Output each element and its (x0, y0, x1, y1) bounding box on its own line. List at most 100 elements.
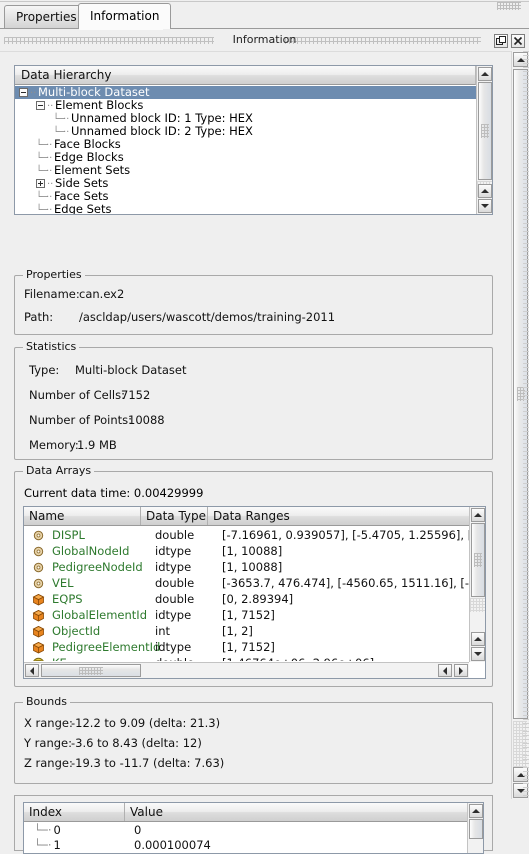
data-hierarchy-nodes[interactable]: ··Multi-block Dataset··Element Blocks└─·… (15, 86, 476, 214)
x-range-label: X range: (24, 716, 73, 730)
data-array-row[interactable]: PedigreeNodeIdidtype[1, 10088] (24, 559, 469, 575)
tree-branch-icon: └─· (34, 838, 52, 852)
tabbar-active-joint (79, 28, 163, 30)
tab-properties[interactable]: Properties (4, 5, 89, 29)
scroll-up-icon[interactable] (478, 67, 492, 81)
data-hierarchy-header: Data Hierarchy (15, 66, 476, 85)
array-name: GlobalNodeId (52, 543, 129, 559)
array-data-ranges: [0, 2.89394] (222, 591, 293, 607)
cell-data-icon (32, 593, 45, 606)
data-array-row[interactable]: EQPS double [0, 2.89394] (24, 591, 469, 607)
tree-node-label: Edge Blocks (54, 150, 124, 164)
cell-data-icon (32, 625, 45, 638)
points-value: 10088 (128, 413, 165, 427)
column-header-data-ranges[interactable]: Data Ranges (208, 507, 469, 525)
time-index-cell: └─·0 (34, 823, 61, 838)
scrollbar-thumb[interactable] (478, 82, 492, 180)
data-array-row[interactable]: VELdouble[-3653.7, 476.474], [-4560.65, … (24, 575, 469, 591)
column-header-index[interactable]: Index (24, 803, 125, 821)
filename-value: can.ex2 (79, 287, 124, 301)
scroll-page-up-icon[interactable] (478, 184, 492, 198)
tabbar-grip (497, 2, 521, 10)
point-data-icon (32, 561, 45, 574)
array-data-type: idtype (155, 543, 191, 559)
dock-titlebar: Information (0, 30, 529, 51)
column-header-name[interactable]: Name (24, 507, 141, 525)
array-name: KE (52, 655, 67, 661)
tree-node-label: Unnamed block ID: 1 Type: HEX (71, 111, 253, 125)
collapse-icon[interactable] (19, 88, 28, 97)
hscrollbar-thumb[interactable] (41, 664, 141, 677)
filename-label: Filename: (24, 287, 80, 301)
array-data-type: double (155, 591, 194, 607)
time-value-row[interactable]: └─·1 0.000100074 (24, 838, 467, 853)
data-arrays-vertical-scrollbar[interactable] (469, 507, 485, 662)
time-values-table[interactable]: Index Value └─·00└─·10.000100074└─·20.00… (23, 802, 484, 854)
data-array-row[interactable]: PedigreeElementIdidtype[1, 7152] (24, 639, 469, 655)
data-hierarchy-tree[interactable]: Data Hierarchy ··Multi-block Dataset··El… (14, 65, 493, 215)
tab-information[interactable]: Information (78, 3, 171, 29)
tree-node-label: Unnamed block ID: 2 Type: HEX (71, 124, 253, 138)
array-data-type: idtype (155, 559, 191, 575)
array-data-ranges: [-7.16961, 0.939057], [-5.4705, 1.25596]… (222, 527, 469, 543)
array-data-ranges: [1, 7152] (222, 607, 275, 623)
array-name: EQPS (52, 591, 83, 607)
array-name: VEL (52, 575, 74, 591)
tree-branch-icon: └─ (36, 204, 46, 214)
scroll-up-icon[interactable] (471, 508, 485, 522)
array-data-ranges: [-3653.7, 476.474], [-4560.65, 1511.16],… (222, 575, 469, 591)
array-name: PedigreeNodeId (52, 559, 143, 575)
data-array-row[interactable]: KEdouble[1.46764e+06, 2.96e+06] (24, 655, 469, 661)
memory-value: 1.9 MB (77, 438, 117, 452)
time-values-vertical-scrollbar[interactable] (467, 803, 483, 853)
cells-value: 7152 (121, 388, 150, 402)
time-value-cell: 0.000100074 (134, 838, 211, 853)
scrollbar-thumb[interactable] (469, 819, 483, 839)
x-range-value: -12.2 to 9.09 (delta: 21.3) (71, 716, 220, 730)
tree-node-label: Face Blocks (54, 137, 121, 151)
point-data-icon (32, 545, 45, 558)
close-icon[interactable] (511, 34, 525, 48)
properties-group: Properties Filename: can.ex2 Path: /ascl… (14, 275, 493, 335)
tree-node-label: Element Blocks (55, 98, 143, 112)
data-array-row[interactable]: GlobalNodeIdidtype[1, 10088] (24, 543, 469, 559)
undock-icon[interactable] (494, 34, 508, 48)
scroll-left-icon[interactable] (25, 664, 39, 677)
scroll-down-icon[interactable] (471, 647, 485, 661)
field-data-icon (32, 657, 45, 661)
time-index-value: 1 (54, 838, 61, 852)
scroll-down-icon[interactable] (478, 199, 492, 213)
scroll-page-left-icon[interactable] (438, 664, 452, 677)
data-array-row[interactable]: ObjectIdint[1, 2] (24, 623, 469, 639)
tree-node[interactable]: └─··Edge Sets (15, 203, 476, 214)
array-data-type: double (155, 527, 194, 543)
array-data-type: idtype (155, 639, 191, 655)
scrollbar-thumb[interactable] (471, 523, 485, 597)
scroll-right-icon[interactable] (454, 664, 468, 677)
hierarchy-vertical-scrollbar[interactable] (476, 66, 492, 214)
data-array-row[interactable]: GlobalElementIdidtype[1, 7152] (24, 607, 469, 623)
expand-icon[interactable] (36, 179, 45, 188)
time-index-cell: └─·1 (34, 838, 61, 853)
time-value-cell: 0 (134, 823, 141, 838)
scrollbar-track-hatch (470, 598, 485, 612)
array-name: ObjectId (52, 623, 100, 639)
statistics-group: Statistics Type: Multi-block Dataset Num… (14, 347, 493, 460)
array-data-type: double (155, 655, 194, 661)
z-range-value: -19.3 to -11.7 (delta: 7.63) (71, 756, 224, 770)
array-data-type: idtype (155, 607, 191, 623)
data-arrays-horizontal-scrollbar[interactable] (24, 662, 469, 678)
points-label: Number of Points: (29, 413, 132, 427)
tree-node-label: Element Sets (54, 163, 130, 177)
time-values-rows[interactable]: └─·00└─·10.000100074└─·20.000199905 (24, 823, 467, 853)
time-value-row[interactable]: └─·0 0 (24, 823, 467, 838)
scroll-page-up-icon[interactable] (471, 632, 485, 646)
data-arrays-table[interactable]: Name Data Type Data Ranges DISPL double [-… (23, 506, 486, 679)
data-array-row[interactable]: DISPL double [-7.16961, 0.939057], [-5.470… (24, 527, 469, 543)
collapse-icon[interactable] (36, 101, 45, 110)
column-header-data-type[interactable]: Data Type (141, 507, 208, 525)
scroll-up-icon[interactable] (469, 804, 483, 818)
data-arrays-rows[interactable]: DISPL double [-7.16961, 0.939057], [-5.470… (24, 527, 469, 661)
column-header-value[interactable]: Value (125, 803, 467, 821)
array-name: DISPL (52, 527, 85, 543)
